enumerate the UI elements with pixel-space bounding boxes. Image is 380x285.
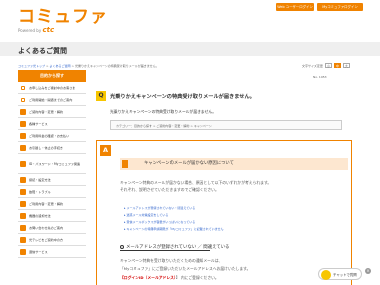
sidebar-item[interactable]: 光テレビをご契約中の方 — [18, 234, 86, 246]
sidebar-item[interactable]: 接続・設定方法 — [18, 174, 86, 186]
category-path: カテゴリー：目的から探す > ご契約内容・変更・解約 > キャンペーン — [110, 120, 342, 130]
phone-icon — [20, 224, 26, 231]
sidebar-item[interactable]: ID・パスワード・Myコミュファ関連 — [18, 154, 86, 174]
sidebar-item[interactable]: お申し込みをご検討中のお客さま — [18, 82, 86, 94]
question-title: 光乗りかえキャンペーンの特典受け取りメールが届きません。 — [110, 94, 255, 100]
sub-heading-rule — [120, 250, 210, 251]
breadcrumb-home[interactable]: コミュファ光トップ — [18, 64, 45, 68]
font-size-large-button[interactable]: 大 — [342, 63, 350, 68]
answer-badge: A — [100, 145, 111, 156]
sidebar-item[interactable]: 故障・トラブル — [18, 186, 86, 198]
document-icon — [20, 200, 26, 207]
contract-icon — [20, 108, 26, 115]
site-header: コミュファ Powered by ctc Web ユーザーログイン Myコミュフ… — [0, 0, 380, 40]
answer-paragraph: 【ログインID（メールアドレス）】 内にご登録ください。 — [120, 275, 219, 280]
answer-link[interactable]: メールアドレスが登録されていない・間違えている — [124, 206, 196, 210]
sidebar-item[interactable]: 各種サービス — [18, 118, 86, 130]
answer-heading: キャンペーンのメールが届かない原因について — [120, 158, 348, 170]
logo-tagline: Powered by ctc — [18, 26, 55, 34]
chat-widget-button[interactable]: チャットで質問 — [318, 268, 362, 280]
answer-paragraph: 「Myコミュファ」にご登録いただいたメールアドレスへお届けいたします。 — [120, 266, 251, 271]
logo-brand: ctc — [42, 26, 55, 34]
page-title: よくあるご質問 — [18, 47, 67, 55]
answer-link[interactable]: キャンペーンの特典申請期限が「Myコミュファ」に記載されていません — [124, 227, 224, 231]
web-user-login-button[interactable]: Web ユーザーログイン — [276, 3, 314, 11]
trouble-icon — [20, 188, 26, 195]
sidebar-item[interactable]: ご利用開始・開通までのご案内 — [18, 94, 86, 106]
my-commufa-login-button[interactable]: Myコミュファログイン — [317, 3, 363, 11]
tv-icon — [20, 236, 26, 243]
question-number: No. 1953 — [313, 75, 327, 79]
breadcrumb: コミュファ光トップ > よくあるご質問 > 光乗りかえキャンペーンの特典受け取り… — [18, 64, 159, 68]
sidebar-item[interactable]: 通信サービス — [18, 246, 86, 258]
answer-paragraph: キャンペーン特典のメールが届かない場合、原因として以下のいずれかが考えられます。 — [120, 180, 272, 185]
answer-link[interactable]: 迷惑メール対策設定をしている — [124, 213, 169, 217]
breadcrumb-current: 光乗りかえキャンペーンの特典受け取りメールが届きません。 — [74, 64, 159, 68]
sidebar-item[interactable]: お問い合わせ先のご案内 — [18, 222, 86, 234]
return-icon — [20, 212, 26, 219]
sidebar-item[interactable]: 機器の返却方法 — [18, 210, 86, 222]
question-text: 光乗りかえキャンペーンの特典受け取りメールが届きません。 — [110, 109, 217, 114]
breadcrumb-faq[interactable]: よくあるご質問 — [49, 64, 70, 68]
square-bullet-icon — [21, 97, 25, 102]
sidebar-item[interactable]: ご契約内容・変更・解約 — [18, 106, 86, 118]
key-icon — [20, 160, 26, 167]
font-size-small-button[interactable]: 小 — [324, 63, 332, 68]
logo-text: コミュファ — [18, 7, 108, 27]
service-icon — [20, 120, 26, 127]
answer-paragraph: それぞれ、説明させていただきますのでご確認ください。 — [120, 187, 219, 192]
sidebar-heading: 目的から探す — [18, 70, 86, 82]
network-icon — [20, 248, 26, 255]
question-badge: Q — [96, 91, 106, 101]
login-id-emphasis: 【ログインID（メールアドレス） — [120, 275, 176, 280]
sidebar-item[interactable]: ご利用料金の確認・お支払い — [18, 130, 86, 142]
answer-link[interactable]: 受信メールボックスが容量がいっぱいになっている — [124, 220, 196, 224]
connect-icon — [20, 176, 26, 183]
chat-character-icon — [321, 270, 331, 280]
yen-icon — [20, 132, 26, 139]
faq-page: コミュファ Powered by ctc Web ユーザーログイン Myコミュフ… — [0, 0, 380, 285]
sidebar-item[interactable]: お引越し・休止の手続き — [18, 142, 86, 154]
moving-icon — [20, 144, 26, 151]
sidebar-item[interactable]: ご利用内容・変更・解約 — [18, 198, 86, 210]
answer-paragraph: キャンペーン特典を受け取りいただくための通知メールは、 — [120, 258, 223, 263]
circle-bullet-icon — [120, 244, 124, 249]
heading-bar-icon — [122, 160, 128, 168]
square-bullet-icon — [21, 85, 25, 90]
commufa-logo[interactable]: コミュファ Powered by ctc — [18, 8, 108, 34]
font-size-switcher: 文字サイズ変更 小 中 大 — [302, 63, 350, 68]
sidebar: 目的から探す お申し込みをご検討中のお客さま ご利用開始・開通までのご案内 ご契… — [18, 70, 86, 258]
font-size-label: 文字サイズ変更 — [302, 64, 323, 68]
close-icon[interactable]: × — [365, 268, 371, 274]
font-size-medium-button[interactable]: 中 — [333, 63, 341, 68]
